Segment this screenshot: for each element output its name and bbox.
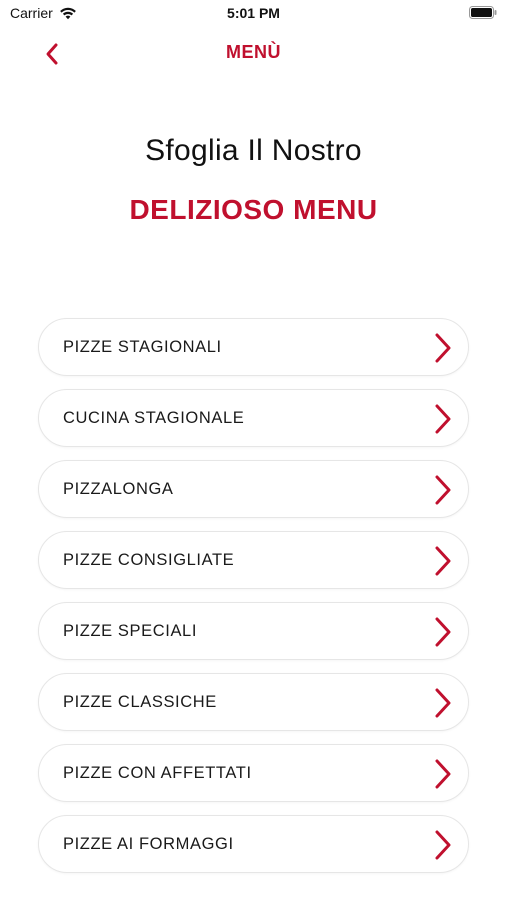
chevron-right-icon (435, 830, 451, 860)
menu-item-pizze-classiche[interactable]: PIZZE CLASSICHE (38, 673, 469, 731)
menu-item-pizze-consigliate[interactable]: PIZZE CONSIGLIATE (38, 531, 469, 589)
chevron-right-icon (435, 617, 451, 647)
nav-title: MENÙ (226, 42, 281, 62)
menu-item-label: PIZZE CON AFFETTATI (63, 763, 252, 782)
chevron-right-icon (435, 759, 451, 789)
chevron-right-icon (435, 688, 451, 718)
menu-item-pizze-ai-formaggi[interactable]: PIZZE AI FORMAGGI (38, 815, 469, 873)
menu-item-pizze-stagionali[interactable]: PIZZE STAGIONALI (38, 318, 469, 376)
menu-item-label: PIZZE SPECIALI (63, 621, 198, 640)
status-time: 5:01 PM (227, 5, 280, 21)
chevron-right-icon (435, 475, 451, 505)
menu-item-label: CUCINA STAGIONALE (63, 408, 245, 427)
chevron-right-icon (435, 404, 451, 434)
menu-item-pizze-con-affettati[interactable]: PIZZE CON AFFETTATI (38, 744, 469, 802)
battery-icon (469, 6, 497, 19)
menu-item-label: PIZZE AI FORMAGGI (63, 834, 234, 853)
menu-item-pizze-speciali[interactable]: PIZZE SPECIALI (38, 602, 469, 660)
menu-item-cucina-stagionale[interactable]: CUCINA STAGIONALE (38, 389, 469, 447)
hero-heading-line2: DELIZIOSO MENU (129, 194, 378, 225)
menu-screen: Carrier 5:01 PM MENÙ Sfoglia Il Nostro D… (0, 0, 507, 900)
menu-item-label: PIZZE CONSIGLIATE (63, 550, 235, 569)
menu-item-pizzalonga[interactable]: PIZZALONGA (38, 460, 469, 518)
menu-item-label: PIZZE STAGIONALI (63, 337, 222, 356)
menu-category-list: PIZZE STAGIONALI CUCINA STAGIONALE PIZZA… (38, 318, 469, 886)
chevron-right-icon (435, 333, 451, 363)
status-bar: Carrier 5:01 PM (0, 0, 507, 28)
menu-item-label: PIZZE CLASSICHE (63, 692, 217, 711)
menu-item-label: PIZZALONGA (63, 479, 174, 498)
navigation-bar: MENÙ (0, 28, 507, 80)
hero-heading-line1: Sfoglia Il Nostro (145, 134, 362, 167)
chevron-right-icon (435, 546, 451, 576)
